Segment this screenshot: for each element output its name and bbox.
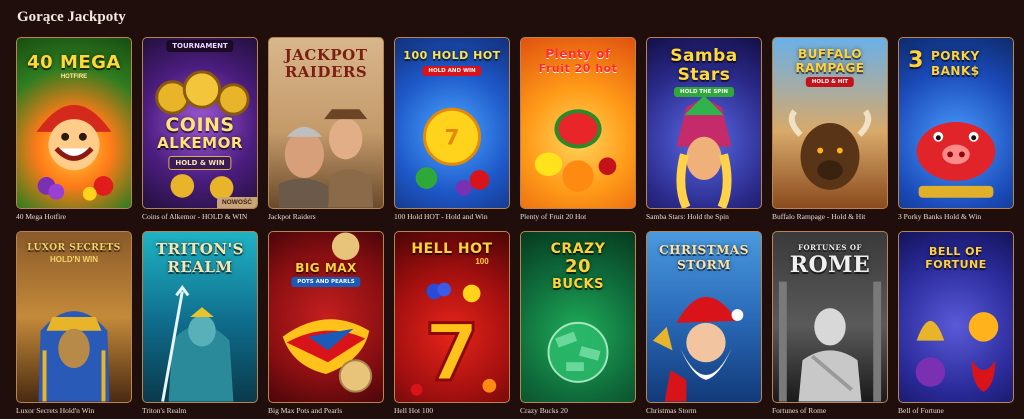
game-name[interactable]: Buffalo Rampage - Hold & Hit (772, 212, 888, 221)
game-tile[interactable]: Samba Stars HOLD THE SPIN Samba Stars: H… (646, 37, 762, 221)
game-tile[interactable]: 7 100 HOLD HOT HOLD AND WIN 100 Hold HOT… (394, 37, 510, 221)
game-logo-sub: HOLD THE SPIN (674, 87, 734, 97)
game-tile[interactable]: BELL OF FORTUNE Bell of Fortune (898, 231, 1014, 415)
games-row-2: LUXOR SECRETS HOLD'N WIN Luxor Secrets H… (16, 231, 1016, 415)
game-name[interactable]: Christmas Storm (646, 406, 762, 415)
tournament-banner: TOURNAMENT (166, 40, 234, 52)
game-logo-line2: RAMPAGE (795, 61, 865, 75)
game-name[interactable]: Triton's Realm (142, 406, 258, 415)
game-logo-sub: 100 (475, 257, 489, 266)
game-tile[interactable]: TRITON'S REALM Triton's Realm (142, 231, 258, 415)
game-thumbnail[interactable]: Plenty of Fruit 20 hot (520, 37, 636, 209)
game-logo: 100 HOLD HOT (403, 49, 501, 62)
game-thumbnail[interactable]: CRAZY 20 BUCKS (520, 231, 636, 403)
game-tile[interactable]: Plenty of Fruit 20 hot Plenty of Fruit 2… (520, 37, 636, 221)
game-logo: BUFFALO (797, 47, 863, 61)
game-logo: Plenty of (545, 47, 611, 61)
game-thumbnail[interactable]: JACKPOT RAIDERS (268, 37, 384, 209)
game-name[interactable]: 40 Mega Hotfire (16, 212, 132, 221)
game-logo: BIG MAX (295, 261, 357, 275)
game-tile[interactable]: 3 PORKY BANK$ 3 Porky Banks Hold & Win (898, 37, 1014, 221)
game-logo-line3: BUCKS (552, 277, 604, 292)
new-badge: NOWOŚĆ (217, 197, 257, 208)
game-logo-sub: HOLD'N WIN (49, 255, 99, 264)
game-logo-line2: REALM (167, 258, 233, 276)
game-logo: 40 MEGA (27, 52, 121, 73)
game-thumbnail[interactable]: LUXOR SECRETS HOLD'N WIN (16, 231, 132, 403)
game-tile[interactable]: CRAZY 20 BUCKS Crazy Bucks 20 (520, 231, 636, 415)
game-logo: CRAZY (550, 241, 606, 257)
game-thumbnail[interactable]: CHRISTMAS STORM (646, 231, 762, 403)
game-name[interactable]: Plenty of Fruit 20 Hot (520, 212, 636, 221)
game-logo-sub: HOLD & WIN (168, 156, 232, 170)
game-logo: 3 (908, 48, 924, 73)
game-logo: Samba (670, 46, 738, 66)
game-thumbnail[interactable]: BELL OF FORTUNE (898, 231, 1014, 403)
game-tile[interactable]: BUFFALO RAMPAGE HOLD & HIT Buffalo Rampa… (772, 37, 888, 221)
game-logo-line2: Stars (677, 65, 731, 85)
svg-text:7: 7 (444, 126, 459, 151)
section-title: Gorące Jackpoty (17, 9, 126, 25)
game-name[interactable]: Luxor Secrets Hold'n Win (16, 406, 132, 415)
game-logo: LUXOR SECRETS (27, 243, 121, 253)
game-tile[interactable]: JACKPOT RAIDERS Jackpot Raiders (268, 37, 384, 221)
game-tile[interactable]: CHRISTMAS STORM Christmas Storm (646, 231, 762, 415)
game-thumbnail[interactable]: 7 100 HOLD HOT HOLD AND WIN (394, 37, 510, 209)
game-thumbnail[interactable]: BIG MAX POTS AND PEARLS (268, 231, 384, 403)
game-logo: TRITON'S (155, 240, 244, 258)
game-logo-line2: STORM (677, 258, 731, 272)
game-logo-line2: ALKEMOR (157, 134, 243, 152)
game-tile[interactable]: LUXOR SECRETS HOLD'N WIN Luxor Secrets H… (16, 231, 132, 415)
game-name[interactable]: Coins of Alkemor - HOLD & WIN (142, 212, 258, 221)
svg-text:7: 7 (425, 307, 480, 399)
game-thumbnail[interactable]: FORTUNES OF ROME (772, 231, 888, 403)
game-name[interactable]: Crazy Bucks 20 (520, 406, 636, 415)
game-logo-line2: RAIDERS (284, 63, 368, 81)
game-thumbnail[interactable]: Samba Stars HOLD THE SPIN (646, 37, 762, 209)
game-name[interactable]: 100 Hold HOT - Hold and Win (394, 212, 510, 221)
game-logo-sub: POTS AND PEARLS (291, 277, 361, 287)
game-thumbnail[interactable]: BUFFALO RAMPAGE HOLD & HIT (772, 37, 888, 209)
game-logo-sub: HOLD AND WIN (422, 66, 482, 76)
game-logo-line2: Fruit 20 hot (538, 62, 618, 75)
game-logo: CHRISTMAS (659, 243, 749, 257)
game-logo: FORTUNES OF (798, 243, 862, 252)
game-tile[interactable]: FORTUNES OF ROME Fortunes of Rome (772, 231, 888, 415)
game-thumbnail[interactable]: 40 MEGA HOTFIRE (16, 37, 132, 209)
game-thumbnail[interactable]: TOURNAMENT COINS ALKEMOR HOLD & WIN NOWO… (142, 37, 258, 209)
game-name[interactable]: Samba Stars: Hold the Spin (646, 212, 762, 221)
game-logo: JACKPOT (284, 46, 368, 64)
game-thumbnail[interactable]: 7 HELL HOT 100 (394, 231, 510, 403)
game-tile[interactable]: 40 MEGA HOTFIRE 40 Mega Hotfire (16, 37, 132, 221)
game-tile[interactable]: BIG MAX POTS AND PEARLS Big Max Pots and… (268, 231, 384, 415)
bigmax-art (282, 232, 373, 393)
game-name[interactable]: Big Max Pots and Pearls (268, 406, 384, 415)
game-name[interactable]: 3 Porky Banks Hold & Win (898, 212, 1014, 221)
games-row-1: 40 MEGA HOTFIRE 40 Mega Hotfire TOURNAME… (16, 37, 1016, 221)
game-tile[interactable]: 7 HELL HOT 100 Hell Hot 100 (394, 231, 510, 415)
games-grid: 40 MEGA HOTFIRE 40 Mega Hotfire TOURNAME… (16, 37, 1016, 415)
game-thumbnail[interactable]: 3 PORKY BANK$ (898, 37, 1014, 209)
game-logo: HELL HOT (411, 241, 493, 257)
game-logo: COINS (165, 114, 235, 136)
game-logo-line2: ROME (789, 252, 871, 278)
game-logo-sub: HOLD & HIT (805, 77, 855, 87)
game-name[interactable]: Jackpot Raiders (268, 212, 384, 221)
fruit-art: 7 (415, 107, 490, 196)
game-logo-sub: HOTFIRE (60, 74, 88, 80)
game-tile[interactable]: TOURNAMENT COINS ALKEMOR HOLD & WIN NOWO… (142, 37, 258, 221)
game-thumbnail[interactable]: TRITON'S REALM (142, 231, 258, 403)
game-logo: BELL OF (928, 245, 984, 258)
game-name[interactable]: Hell Hot 100 (394, 406, 510, 415)
game-name[interactable]: Bell of Fortune (898, 406, 1014, 415)
game-logo-line2: FORTUNE (925, 258, 987, 271)
game-logo-line2: PORKY (931, 49, 980, 63)
game-logo-line3: BANK$ (931, 64, 980, 78)
game-name[interactable]: Fortunes of Rome (772, 406, 888, 415)
game-logo-line2: 20 (564, 256, 592, 277)
